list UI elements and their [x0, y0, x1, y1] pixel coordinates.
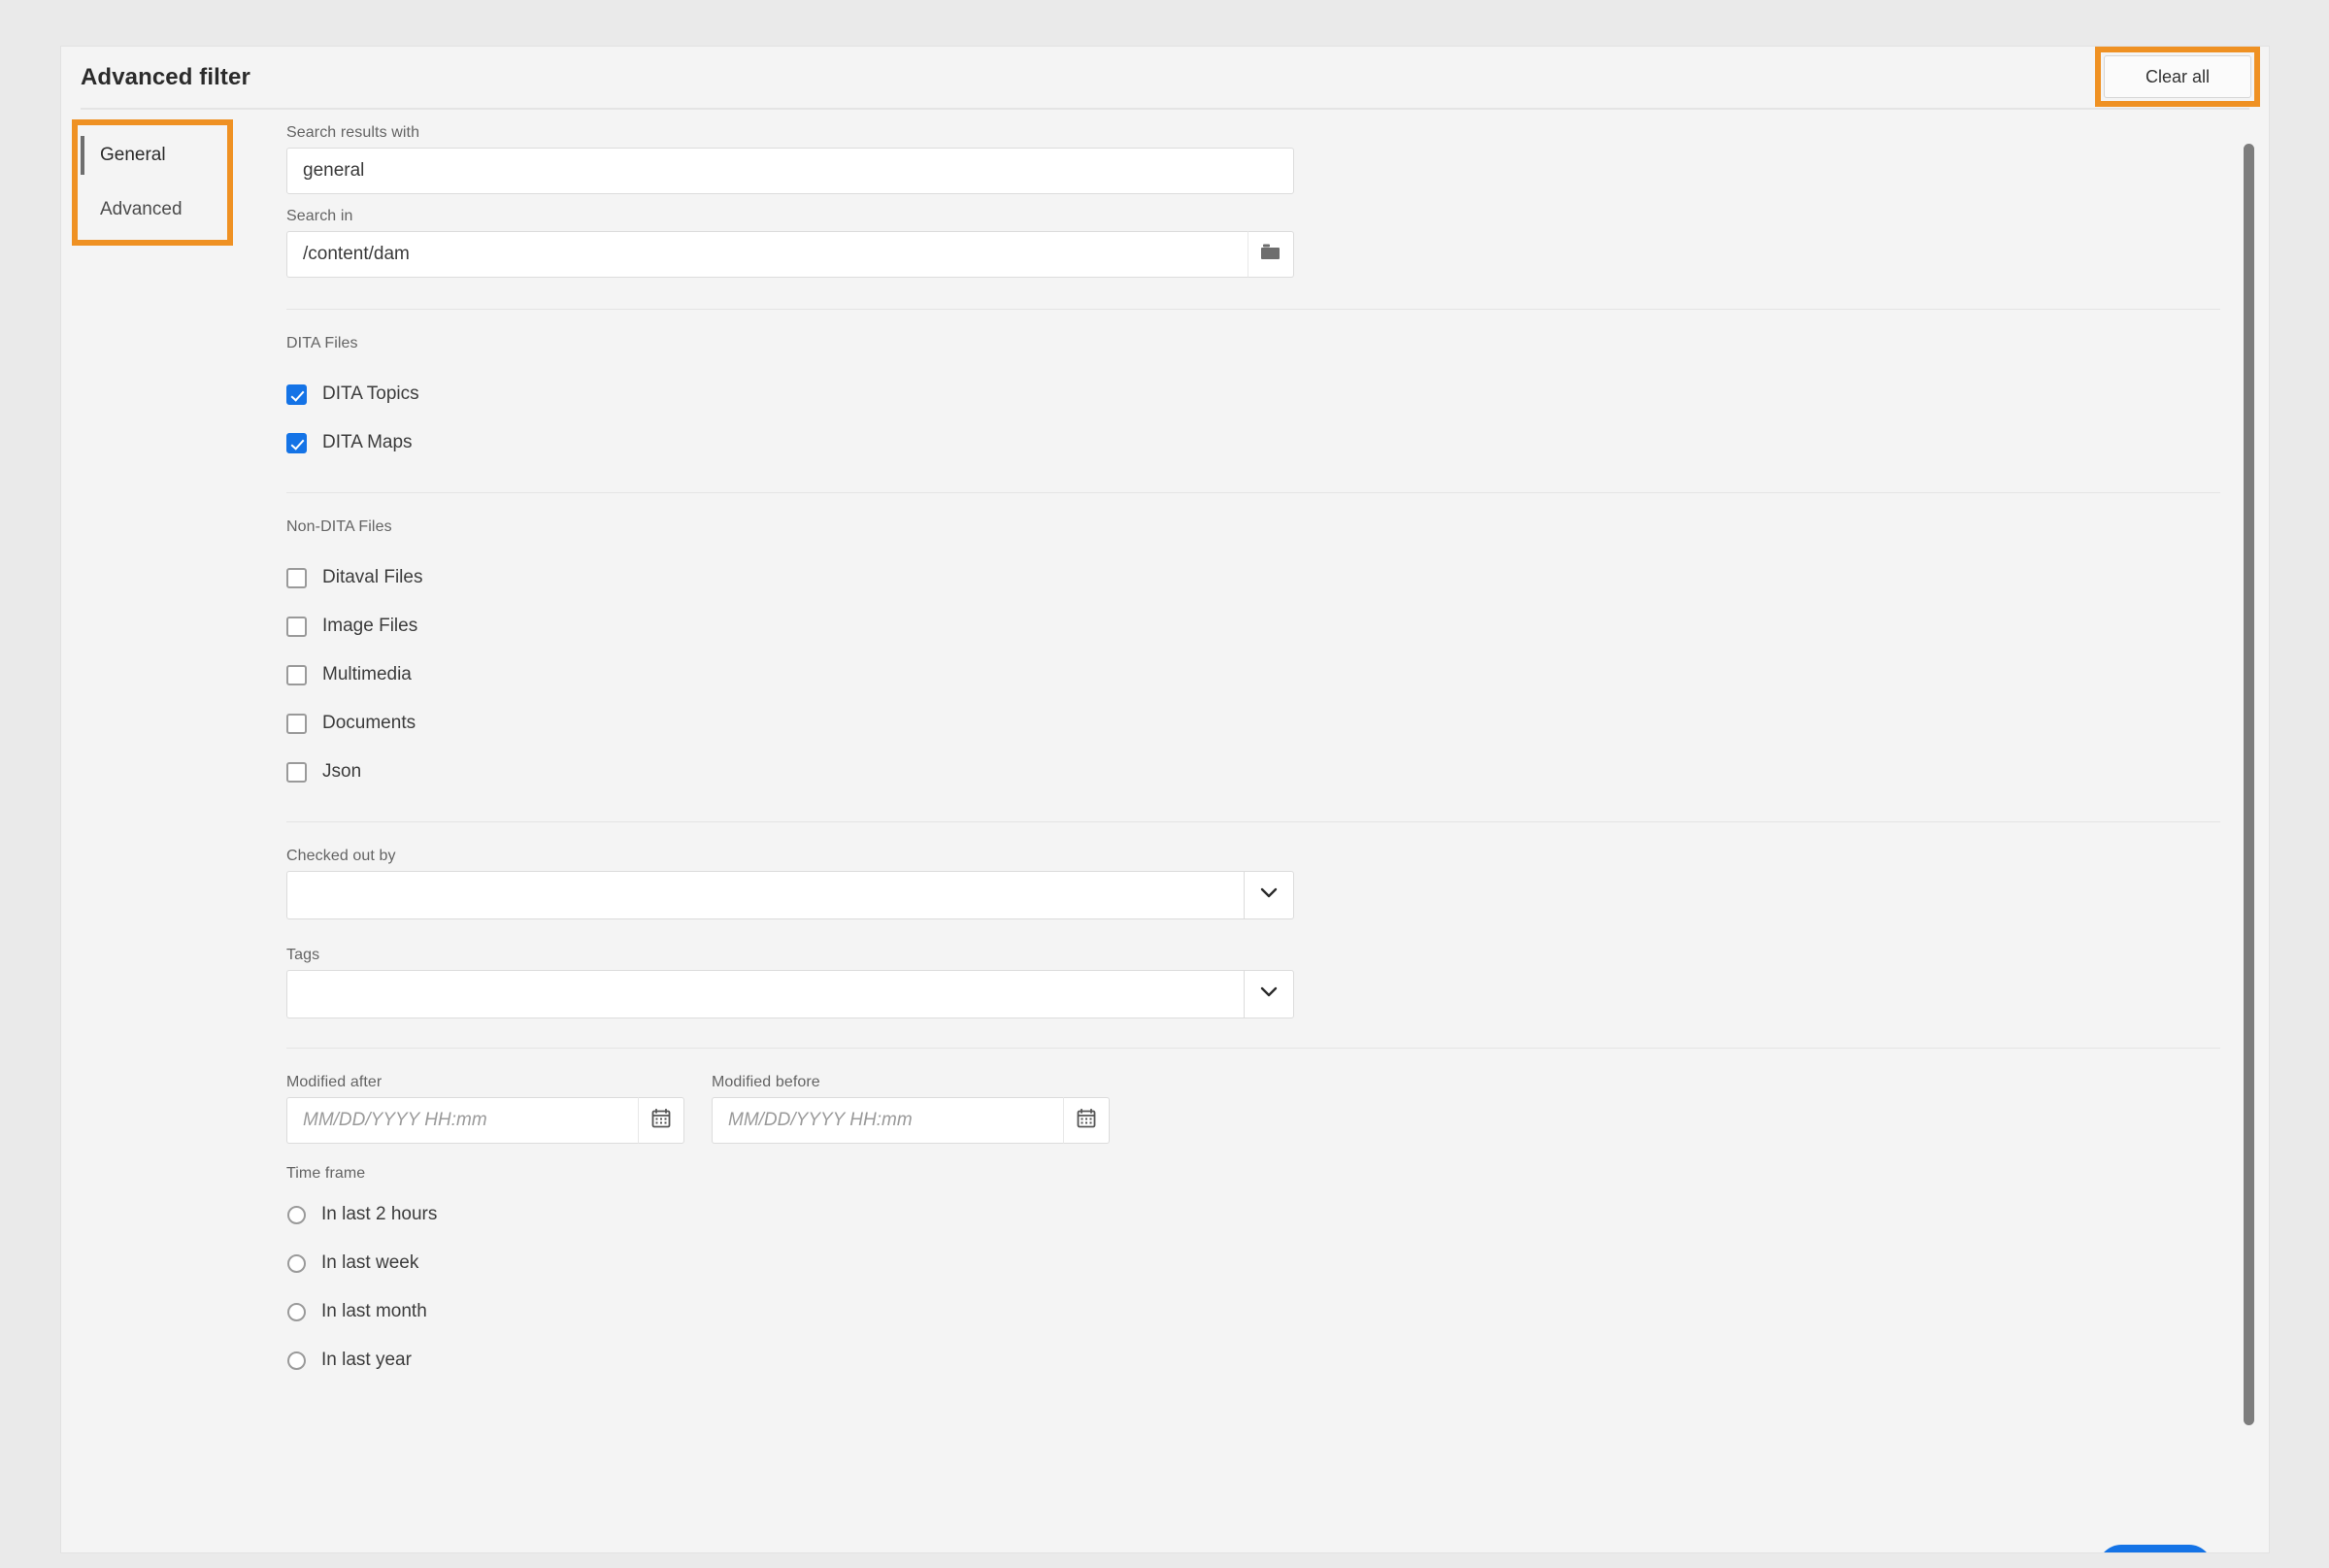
checkbox-row-json[interactable]: Json	[286, 748, 2224, 796]
field-modified-before: Modified before MM/DD/YYYY HH:mm	[712, 1074, 1110, 1144]
checkbox-image-files-label: Image Files	[322, 616, 418, 636]
dita-files-label: DITA Files	[286, 335, 358, 351]
modified-dates-row: Modified after MM/DD/YYYY HH:mm Modified…	[286, 1074, 2224, 1144]
search-in-input[interactable]: /content/dam	[286, 231, 1248, 278]
folder-browse-button[interactable]	[1248, 231, 1294, 278]
chevron-down-icon	[1259, 985, 1279, 1003]
filter-form: Search results with general Search in /c…	[286, 111, 2224, 1552]
field-tags: Tags	[286, 947, 2224, 1018]
divider-after-search	[286, 309, 2220, 310]
radio-in-last-month[interactable]	[287, 1302, 306, 1321]
modified-after-label: Modified after	[286, 1074, 383, 1090]
time-frame-label: Time frame	[286, 1165, 366, 1182]
divider-after-dita	[286, 492, 2220, 493]
vertical-scrollbar-thumb[interactable]	[2244, 144, 2254, 1425]
tab-advanced-label: Advanced	[100, 199, 183, 219]
radio-in-last-year[interactable]	[287, 1351, 306, 1370]
radio-row-in-last-week[interactable]: In last week	[286, 1239, 2224, 1287]
field-search-results-with: Search results with general	[286, 124, 2224, 194]
modified-before-label: Modified before	[712, 1074, 820, 1090]
group-non-dita-files: Non-DITA Files Ditaval Files Image Files…	[286, 518, 2224, 796]
tags-toggle[interactable]	[1244, 970, 1294, 1018]
field-checked-out-by: Checked out by	[286, 848, 2224, 919]
clear-all-container: Clear all	[2095, 47, 2260, 107]
tab-general-label: General	[100, 145, 166, 165]
checked-out-by-toggle[interactable]	[1244, 871, 1294, 919]
calendar-icon	[1076, 1108, 1097, 1134]
group-dita-files: DITA Files DITA Topics DITA Maps	[286, 335, 2224, 467]
divider-after-non-dita	[286, 821, 2220, 822]
checkbox-json-label: Json	[322, 761, 362, 782]
checkbox-row-dita-topics[interactable]: DITA Topics	[286, 370, 2224, 418]
checked-out-by-label: Checked out by	[286, 848, 396, 864]
radio-in-last-2-hours[interactable]	[287, 1205, 306, 1224]
tags-dropdown[interactable]	[286, 970, 1294, 1018]
primary-action-button[interactable]	[2098, 1545, 2213, 1552]
checkbox-row-documents[interactable]: Documents	[286, 699, 2224, 748]
calendar-icon	[650, 1108, 672, 1134]
checkbox-ditaval-files-label: Ditaval Files	[322, 567, 423, 587]
field-search-in: Search in /content/dam	[286, 208, 2224, 278]
checkbox-ditaval-files[interactable]	[286, 567, 307, 588]
search-results-with-input[interactable]: general	[286, 148, 1294, 194]
search-results-with-label: Search results with	[286, 124, 420, 141]
header-divider	[81, 108, 2249, 110]
checkbox-row-ditaval-files[interactable]: Ditaval Files	[286, 553, 2224, 602]
panel-body: General Advanced Search results with gen…	[61, 111, 2269, 1552]
radio-in-last-2-hours-label: In last 2 hours	[321, 1204, 438, 1224]
checkbox-multimedia[interactable]	[286, 664, 307, 685]
radio-row-in-last-year[interactable]: In last year	[286, 1336, 2224, 1385]
checked-out-by-value[interactable]	[286, 871, 1244, 919]
modified-before-calendar-button[interactable]	[1063, 1097, 1110, 1144]
radio-in-last-year-label: In last year	[321, 1350, 412, 1370]
modified-after-input[interactable]: MM/DD/YYYY HH:mm	[286, 1097, 638, 1144]
group-time-frame: Time frame In last 2 hours In last week …	[286, 1165, 2224, 1385]
checkbox-dita-topics[interactable]	[286, 384, 307, 405]
radio-in-last-week-label: In last week	[321, 1252, 419, 1273]
radio-in-last-month-label: In last month	[321, 1301, 427, 1321]
chevron-down-icon	[1259, 886, 1279, 904]
filter-tabs: General Advanced	[81, 128, 232, 237]
checkbox-documents[interactable]	[286, 713, 307, 734]
page-title: Advanced filter	[81, 64, 250, 90]
divider-after-tags	[286, 1048, 2220, 1049]
checkbox-row-image-files[interactable]: Image Files	[286, 602, 2224, 651]
checkbox-dita-maps-label: DITA Maps	[322, 432, 413, 452]
panel-header: Advanced filter Clear all	[61, 47, 2269, 111]
checkbox-dita-maps[interactable]	[286, 432, 307, 453]
vertical-scrollbar-track[interactable]	[2240, 118, 2257, 1496]
advanced-filter-panel: Advanced filter Clear all General Advanc…	[60, 46, 2270, 1553]
tab-advanced[interactable]: Advanced	[81, 183, 232, 237]
checkbox-image-files[interactable]	[286, 616, 307, 637]
search-in-combo: /content/dam	[286, 231, 2224, 278]
field-modified-after: Modified after MM/DD/YYYY HH:mm	[286, 1074, 684, 1144]
tab-general[interactable]: General	[81, 128, 232, 183]
checkbox-dita-topics-label: DITA Topics	[322, 384, 419, 404]
non-dita-files-label: Non-DITA Files	[286, 518, 392, 535]
modified-before-combo: MM/DD/YYYY HH:mm	[712, 1097, 1110, 1144]
folder-icon	[1259, 243, 1282, 267]
modified-before-input[interactable]: MM/DD/YYYY HH:mm	[712, 1097, 1063, 1144]
tags-value[interactable]	[286, 970, 1244, 1018]
search-in-label: Search in	[286, 208, 353, 224]
radio-row-in-last-month[interactable]: In last month	[286, 1287, 2224, 1336]
checkbox-documents-label: Documents	[322, 713, 416, 733]
checked-out-by-dropdown[interactable]	[286, 871, 1294, 919]
checkbox-multimedia-label: Multimedia	[322, 664, 412, 684]
clear-all-button[interactable]: Clear all	[2104, 55, 2251, 98]
checkbox-row-multimedia[interactable]: Multimedia	[286, 651, 2224, 699]
radio-row-in-last-2-hours[interactable]: In last 2 hours	[286, 1190, 2224, 1239]
panel-footer	[61, 1531, 2269, 1552]
modified-after-combo: MM/DD/YYYY HH:mm	[286, 1097, 684, 1144]
radio-in-last-week[interactable]	[287, 1253, 306, 1273]
modified-after-calendar-button[interactable]	[638, 1097, 684, 1144]
tags-label: Tags	[286, 947, 320, 963]
checkbox-json[interactable]	[286, 761, 307, 783]
checkbox-row-dita-maps[interactable]: DITA Maps	[286, 418, 2224, 467]
